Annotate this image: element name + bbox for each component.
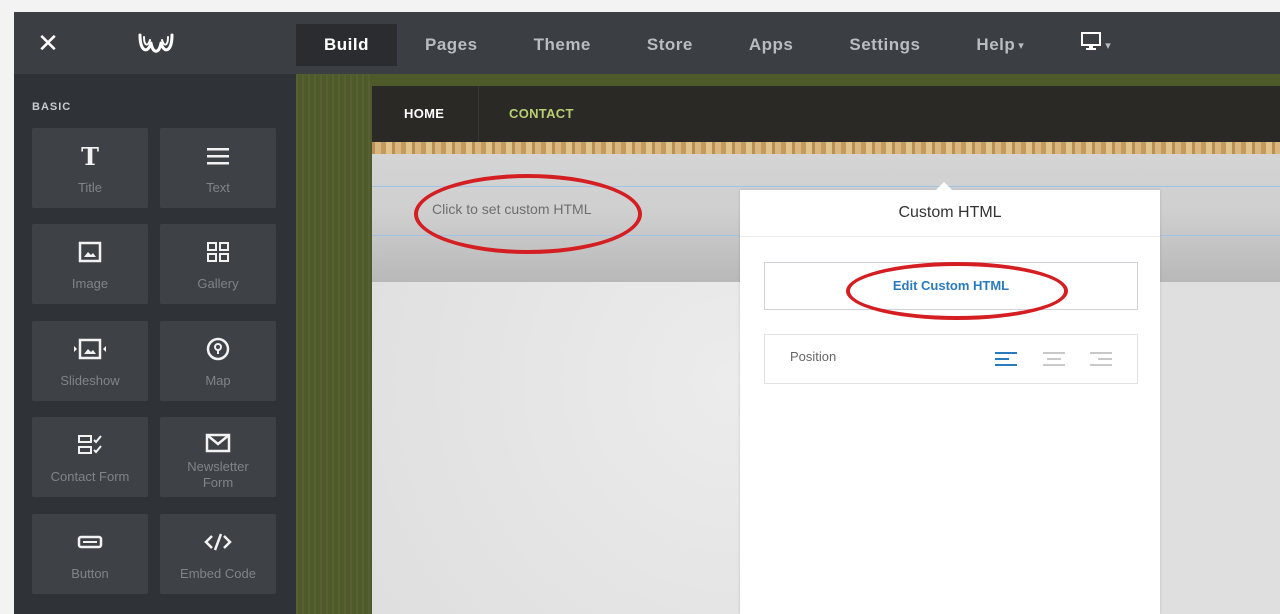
header-wood-strip [372, 142, 1280, 154]
element-tile-button[interactable]: Button [32, 514, 148, 594]
tile-label: Embed Code [180, 566, 256, 581]
align-center-icon[interactable] [1042, 349, 1066, 369]
nav-help-label: Help [976, 35, 1016, 54]
slideshow-icon [32, 335, 148, 363]
map-pin-icon [160, 335, 276, 363]
edit-custom-html-button[interactable]: Edit Custom HTML [764, 262, 1138, 310]
nav-theme-label: Theme [533, 35, 591, 54]
monitor-icon [1080, 25, 1102, 67]
tile-label: Contact Form [50, 469, 130, 484]
align-right-icon[interactable] [1089, 349, 1113, 369]
site-navigation: HOME CONTACT [372, 86, 1280, 142]
element-tile-text[interactable]: Text [160, 128, 276, 208]
code-icon [160, 528, 276, 556]
tile-label: Button [71, 566, 109, 581]
title-icon: T [81, 141, 99, 171]
contact-form-icon [32, 431, 148, 459]
element-tile-map[interactable]: Map [160, 321, 276, 401]
nav-build[interactable]: Build [296, 24, 397, 66]
nav-theme[interactable]: Theme [506, 24, 619, 66]
nav-apps[interactable]: Apps [721, 24, 822, 66]
tile-label-line2: Form [202, 475, 234, 490]
theme-border-top [372, 74, 1280, 86]
element-sidebar: BASIC T Title Text Image Gallery Slidesh… [14, 74, 296, 614]
element-tile-slideshow[interactable]: Slideshow [32, 321, 148, 401]
tile-label: Map [205, 373, 231, 388]
panel-divider [740, 236, 1160, 237]
element-tile-title[interactable]: T Title [32, 128, 148, 208]
image-icon [32, 238, 148, 266]
nav-pages[interactable]: Pages [397, 24, 506, 66]
nav-store-label: Store [646, 35, 693, 54]
nav-store[interactable]: Store [619, 24, 721, 66]
panel-title: Custom HTML [898, 204, 1002, 221]
nav-divider [478, 86, 479, 142]
nav-apps-label: Apps [748, 35, 794, 54]
element-tile-image[interactable]: Image [32, 224, 148, 304]
tile-label-line1: Newsletter [187, 459, 249, 474]
device-toggle[interactable]: ▾ [1052, 24, 1139, 66]
chevron-down-icon: ▾ [1105, 39, 1112, 52]
site-nav-contact[interactable]: CONTACT [509, 106, 574, 121]
element-tile-gallery[interactable]: Gallery [160, 224, 276, 304]
nav-help[interactable]: Help ▾ [948, 24, 1052, 66]
envelope-icon [160, 429, 276, 457]
close-icon[interactable]: ✕ [34, 29, 62, 57]
element-tile-newsletter-form[interactable]: Newsletter Form [160, 417, 276, 497]
editor-screen: ✕ Build Pages Theme Store Apps Settings … [0, 0, 1280, 614]
tile-label: Title [77, 180, 103, 195]
nav-pages-label: Pages [425, 35, 478, 54]
position-label: Position [790, 349, 837, 364]
tile-label: Text [206, 180, 230, 195]
gallery-grid-icon [160, 238, 276, 266]
theme-border-left [296, 74, 372, 614]
nav-settings-label: Settings [849, 35, 921, 54]
top-toolbar: ✕ Build Pages Theme Store Apps Settings … [14, 12, 1280, 74]
tile-label: Gallery [197, 276, 239, 291]
element-tile-contact-form[interactable]: Contact Form [32, 417, 148, 497]
tile-label: Slideshow [60, 373, 120, 388]
nav-build-label: Build [324, 35, 369, 54]
tile-label: Newsletter Form [160, 459, 276, 491]
site-nav-home[interactable]: HOME [404, 106, 444, 121]
selection-guide-top [372, 186, 1280, 187]
position-control: Position [764, 334, 1138, 384]
section-title: BASIC [32, 101, 72, 113]
tile-label: Image [71, 276, 109, 291]
top-nav: Build Pages Theme Store Apps Settings He… [296, 24, 1139, 66]
custom-html-panel: Custom HTML Edit Custom HTML Position [740, 182, 1160, 614]
panel-pointer [936, 182, 952, 190]
button-icon [32, 528, 148, 556]
chevron-down-icon: ▾ [1018, 39, 1025, 52]
align-left-icon[interactable] [994, 349, 1018, 369]
text-lines-icon [160, 142, 276, 170]
weebly-logo-icon [136, 28, 176, 58]
custom-html-placeholder[interactable]: Click to set custom HTML [432, 201, 591, 217]
element-tile-embed-code[interactable]: Embed Code [160, 514, 276, 594]
nav-settings[interactable]: Settings [821, 24, 948, 66]
